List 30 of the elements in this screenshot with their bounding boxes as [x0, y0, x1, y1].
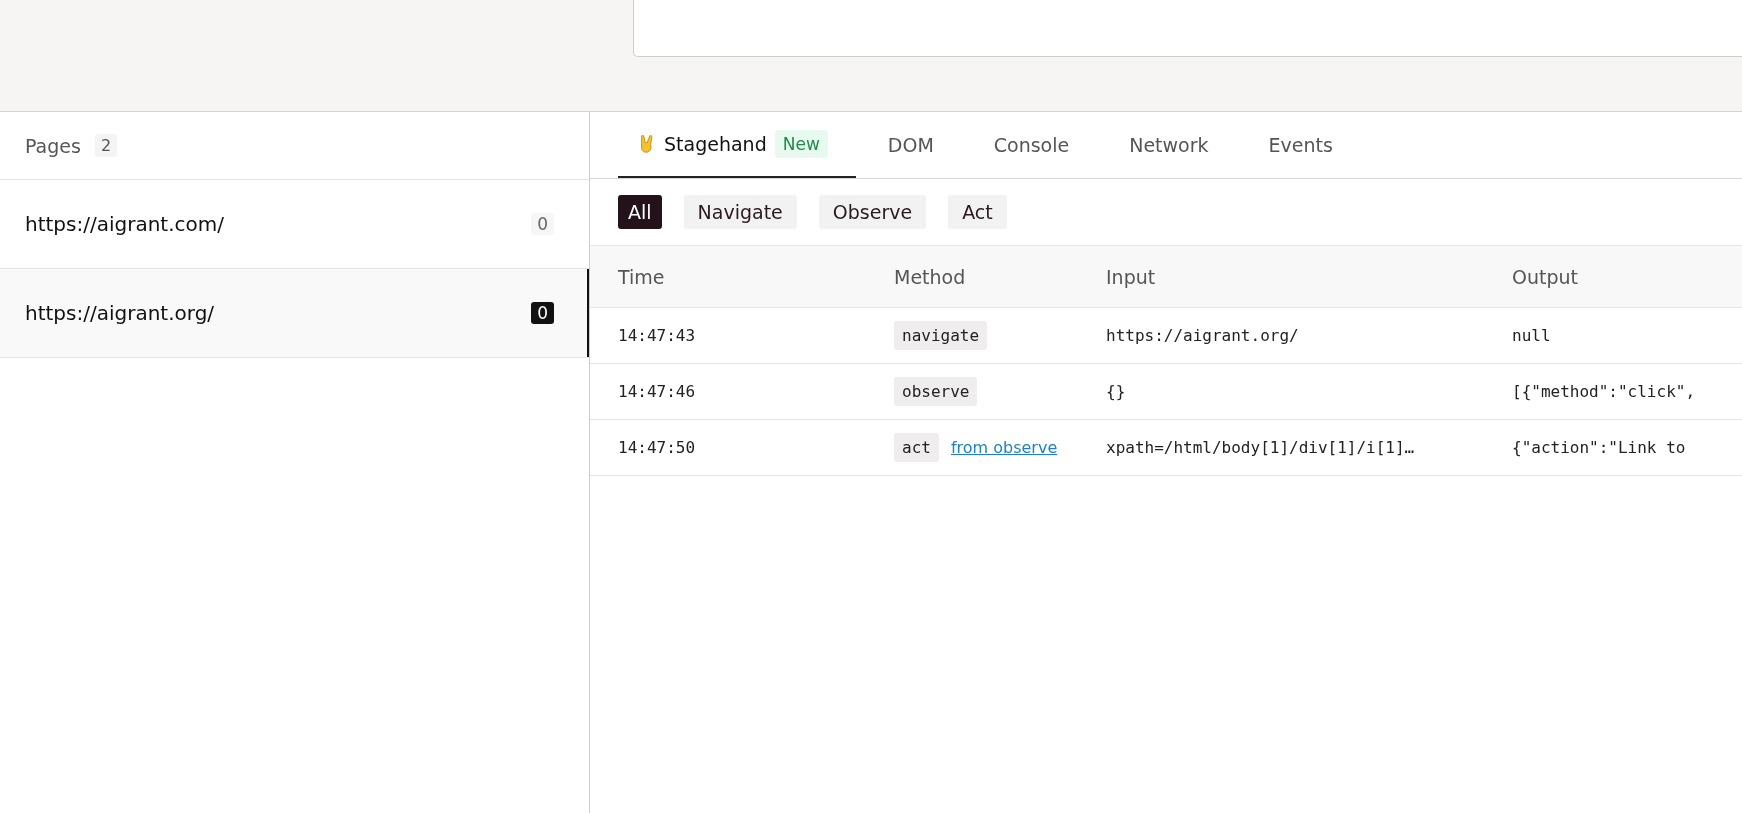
method-tag: navigate: [894, 321, 988, 350]
tab[interactable]: Events: [1248, 112, 1361, 178]
method-tag: act: [894, 433, 939, 462]
tab[interactable]: DOM: [867, 112, 962, 178]
time-cell-text: 14:47:43: [618, 326, 697, 345]
column-header: Input: [1106, 265, 1157, 288]
input-cell-text: https://aigrant.org/: [1106, 326, 1300, 345]
filter-button[interactable]: Observe: [818, 195, 927, 229]
pages-heading: Pages: [25, 134, 81, 157]
column-header: Time: [618, 265, 666, 288]
from-observe-link[interactable]: from observe: [950, 438, 1058, 457]
pages-count: 2: [94, 134, 118, 157]
tab[interactable]: Console: [973, 112, 1098, 178]
filter-button[interactable]: Act: [948, 195, 1007, 229]
filter-button[interactable]: Navigate: [683, 195, 797, 229]
output-cell-text: {"action":"Link to: [1512, 438, 1687, 457]
method-tag: observe: [894, 377, 978, 406]
column-header: Output: [1512, 265, 1579, 288]
tab[interactable]: Stagehand New: [618, 112, 856, 178]
output-cell-text: null: [1512, 326, 1552, 345]
time-cell-text: 14:47:46: [618, 382, 697, 401]
hand-icon: [638, 134, 656, 154]
page-item[interactable]: https://aigrant.org/ 0: [0, 269, 589, 358]
output-cell-text: [{"method":"click",: [1512, 382, 1697, 401]
column-header: Method: [894, 265, 967, 288]
input-cell-text: {}: [1106, 382, 1127, 401]
filter-button[interactable]: All: [618, 195, 662, 229]
input-cell-text: xpath=/html/body[1]/div[1]/i[1]…: [1106, 438, 1416, 457]
tab[interactable]: Network: [1109, 112, 1237, 178]
time-cell-text: 14:47:50: [618, 438, 697, 457]
